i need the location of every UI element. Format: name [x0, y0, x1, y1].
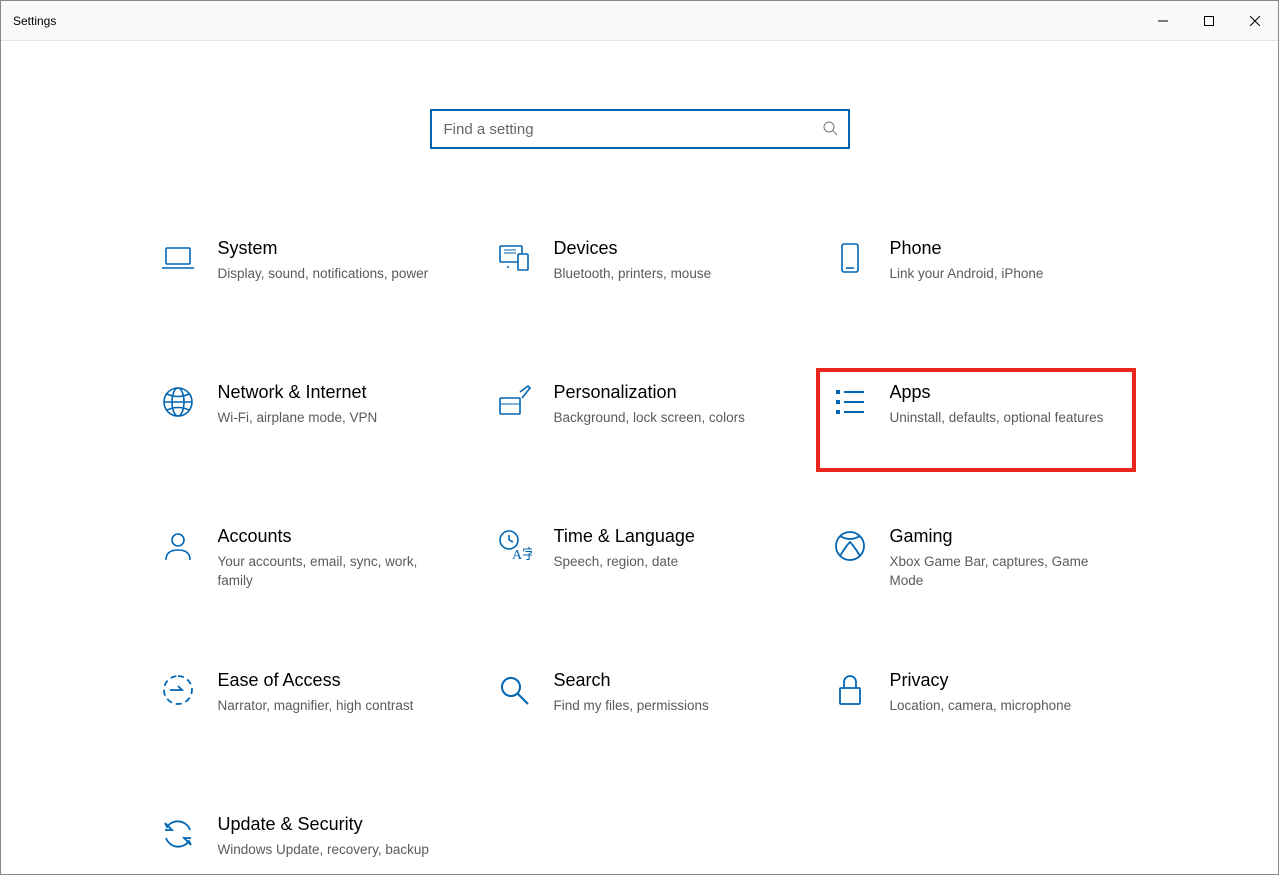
maximize-button[interactable] — [1186, 5, 1232, 37]
tile-apps[interactable]: Apps Uninstall, defaults, optional featur… — [816, 368, 1136, 472]
tile-accounts[interactable]: Accounts Your accounts, email, sync, work… — [144, 512, 464, 616]
globe-icon — [158, 382, 198, 458]
tile-text: Gaming Xbox Game Bar, captures, Game Mode — [890, 526, 1120, 602]
tile-desc: Uninstall, defaults, optional features — [890, 408, 1120, 428]
tile-update-security[interactable]: Update & Security Windows Update, recover… — [144, 800, 464, 874]
search-icon — [822, 120, 838, 139]
tile-title: System — [218, 238, 448, 260]
tile-desc: Location, camera, microphone — [890, 696, 1120, 716]
time-lang-icon — [494, 526, 534, 602]
content-area: System Display, sound, notifications, pow… — [1, 41, 1278, 874]
tile-text: Apps Uninstall, defaults, optional featur… — [890, 382, 1120, 458]
tile-text: Privacy Location, camera, microphone — [890, 670, 1120, 746]
minimize-button[interactable] — [1140, 5, 1186, 37]
tile-title: Ease of Access — [218, 670, 448, 692]
tile-title: Accounts — [218, 526, 448, 548]
tile-network[interactable]: Network & Internet Wi-Fi, airplane mode, … — [144, 368, 464, 472]
tile-text: Time & Language Speech, region, date — [554, 526, 784, 602]
lock-icon — [830, 670, 870, 746]
tile-title: Devices — [554, 238, 784, 260]
settings-grid: System Display, sound, notifications, pow… — [1, 224, 1278, 874]
tile-desc: Speech, region, date — [554, 552, 784, 572]
tile-title: Personalization — [554, 382, 784, 404]
laptop-icon — [158, 238, 198, 314]
tile-desc: Wi-Fi, airplane mode, VPN — [218, 408, 448, 428]
search-icon — [494, 670, 534, 746]
tile-title: Privacy — [890, 670, 1120, 692]
tile-devices[interactable]: Devices Bluetooth, printers, mouse — [480, 224, 800, 328]
phone-icon — [830, 238, 870, 314]
window-title: Settings — [1, 14, 56, 28]
tile-privacy[interactable]: Privacy Location, camera, microphone — [816, 656, 1136, 760]
tile-desc: Display, sound, notifications, power — [218, 264, 448, 284]
tile-phone[interactable]: Phone Link your Android, iPhone — [816, 224, 1136, 328]
tile-ease-of-access[interactable]: Ease of Access Narrator, magnifier, high … — [144, 656, 464, 760]
tile-title: Gaming — [890, 526, 1120, 548]
tile-desc: Your accounts, email, sync, work, family — [218, 552, 448, 591]
tile-text: Accounts Your accounts, email, sync, work… — [218, 526, 448, 602]
tile-desc: Background, lock screen, colors — [554, 408, 784, 428]
tile-title: Search — [554, 670, 784, 692]
person-icon — [158, 526, 198, 602]
tile-title: Apps — [890, 382, 1120, 404]
devices-icon — [494, 238, 534, 314]
xbox-icon — [830, 526, 870, 602]
search-box[interactable] — [430, 109, 850, 149]
search-container — [1, 109, 1278, 149]
tile-text: Update & Security Windows Update, recover… — [218, 814, 448, 874]
tile-text: Personalization Background, lock screen, … — [554, 382, 784, 458]
paint-icon — [494, 382, 534, 458]
tile-desc: Bluetooth, printers, mouse — [554, 264, 784, 284]
tile-title: Update & Security — [218, 814, 448, 836]
tile-text: System Display, sound, notifications, pow… — [218, 238, 448, 314]
tile-time-language[interactable]: Time & Language Speech, region, date — [480, 512, 800, 616]
sync-icon — [158, 814, 198, 874]
tile-desc: Find my files, permissions — [554, 696, 784, 716]
close-button[interactable] — [1232, 5, 1278, 37]
tile-text: Ease of Access Narrator, magnifier, high … — [218, 670, 448, 746]
titlebar: Settings — [1, 1, 1278, 41]
tile-title: Time & Language — [554, 526, 784, 548]
search-input[interactable] — [444, 121, 822, 138]
tile-personalization[interactable]: Personalization Background, lock screen, … — [480, 368, 800, 472]
tile-text: Devices Bluetooth, printers, mouse — [554, 238, 784, 314]
accessibility-icon — [158, 670, 198, 746]
tile-desc: Xbox Game Bar, captures, Game Mode — [890, 552, 1120, 591]
tile-text: Phone Link your Android, iPhone — [890, 238, 1120, 314]
tile-desc: Link your Android, iPhone — [890, 264, 1120, 284]
tile-title: Network & Internet — [218, 382, 448, 404]
tile-title: Phone — [890, 238, 1120, 260]
tile-system[interactable]: System Display, sound, notifications, pow… — [144, 224, 464, 328]
tile-text: Search Find my files, permissions — [554, 670, 784, 746]
tile-desc: Windows Update, recovery, backup — [218, 840, 448, 860]
tile-desc: Narrator, magnifier, high contrast — [218, 696, 448, 716]
tile-search-tile[interactable]: Search Find my files, permissions — [480, 656, 800, 760]
tile-gaming[interactable]: Gaming Xbox Game Bar, captures, Game Mode — [816, 512, 1136, 616]
apps-list-icon — [830, 382, 870, 458]
tile-text: Network & Internet Wi-Fi, airplane mode, … — [218, 382, 448, 458]
